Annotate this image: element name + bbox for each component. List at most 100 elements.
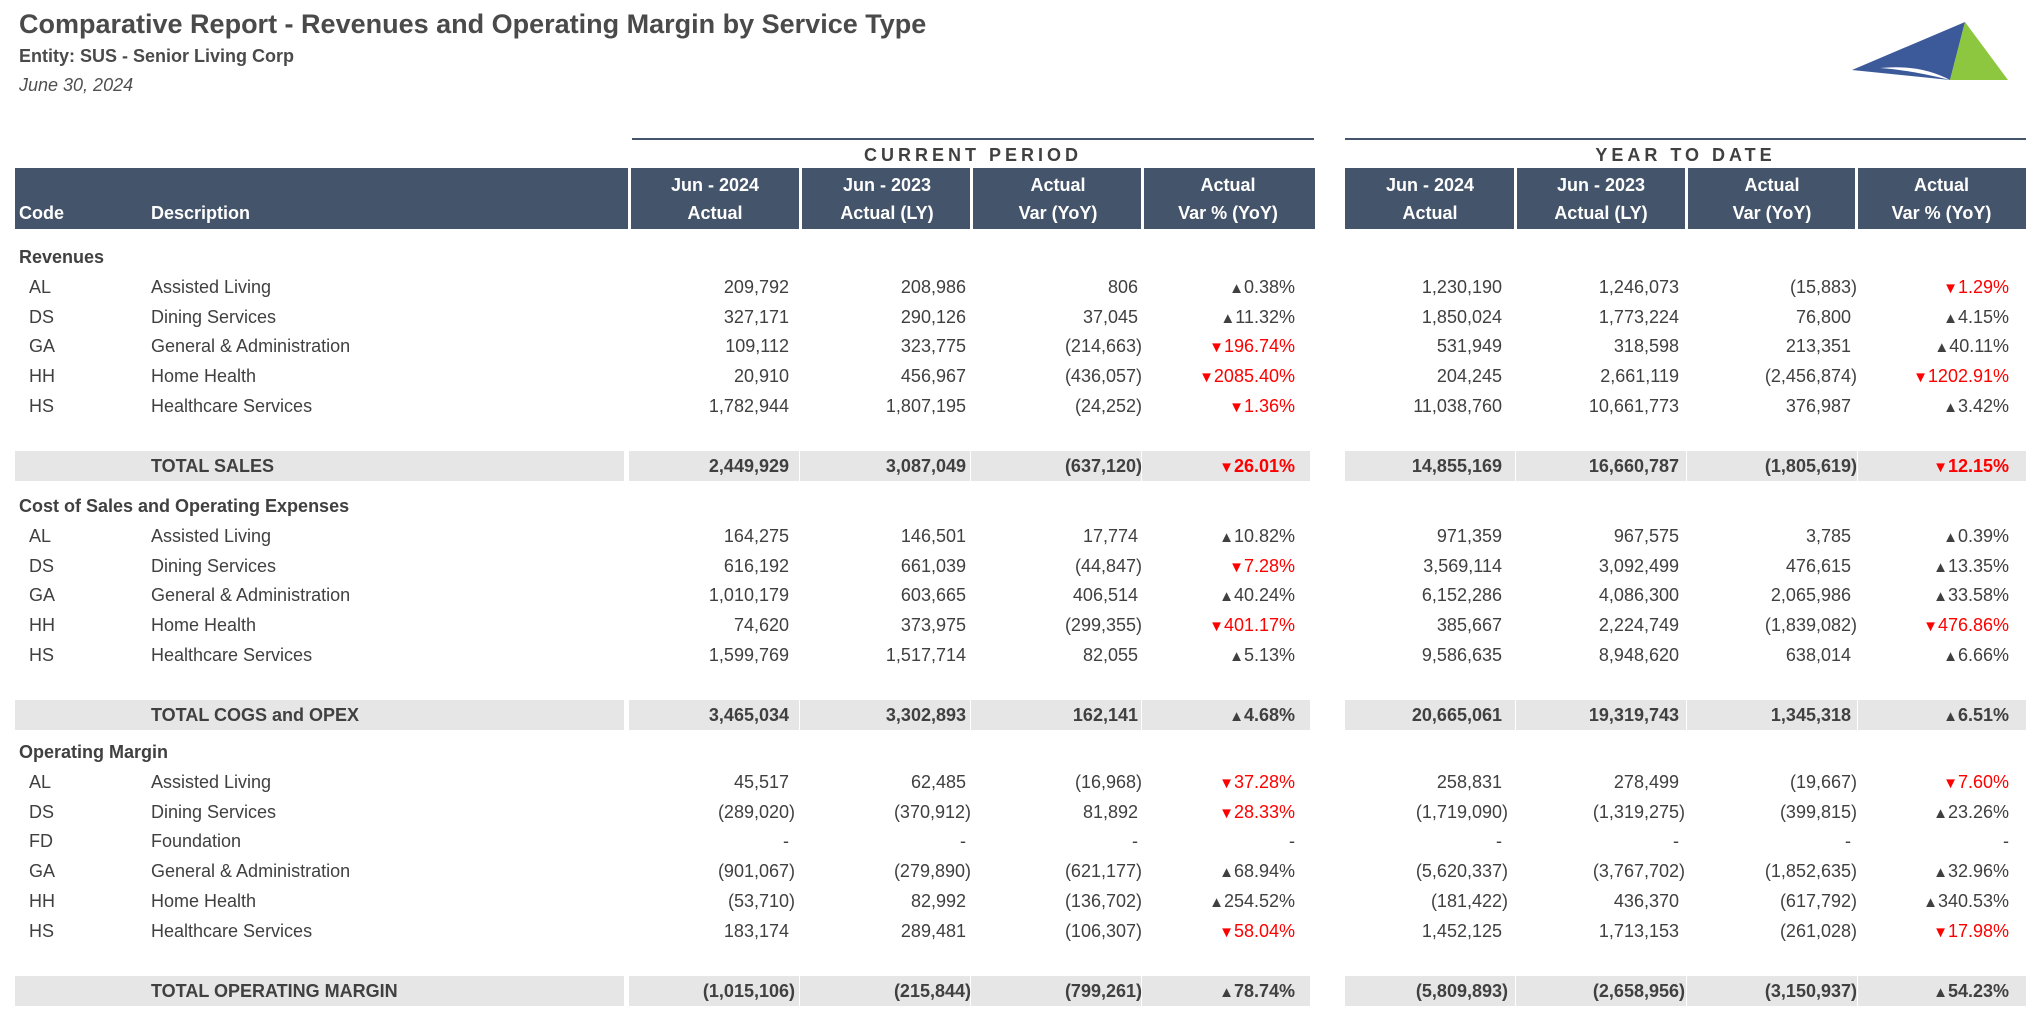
cell-y4: ▲13.35% xyxy=(1858,551,2028,581)
cell-value: 183,174 xyxy=(723,920,789,941)
cell-y2: 318,598 xyxy=(1516,331,1686,361)
cell-value: 385,667 xyxy=(1436,615,1502,636)
cell-y3: (399,815) xyxy=(1687,797,1857,827)
cell-y3: (1,852,635) xyxy=(1687,856,1857,886)
cell-c1: 209,792 xyxy=(630,272,800,302)
percent-value: 1.36% xyxy=(1243,396,1295,416)
cell-c2: 323,775 xyxy=(801,331,971,361)
table-row: AL Assisted Living 209,792 208,986 806 ▲0.38%… xyxy=(15,272,2025,302)
table-row: AL Assisted Living 45,517 62,485 (16,968) ▼37… xyxy=(15,767,2025,797)
row-description: Healthcare Services xyxy=(151,396,313,416)
section-title: Revenues xyxy=(19,247,105,267)
cell-y4: ▲32.96% xyxy=(1858,856,2028,886)
row-description: General & Administration xyxy=(151,861,351,882)
cell-c1: 1,599,769 xyxy=(630,640,800,670)
percent-value: 13.35% xyxy=(1947,555,2009,576)
row-code: AL xyxy=(29,276,52,297)
total-cell-c1: 3,465,034 xyxy=(630,700,800,730)
cell-y4: ▼476.86% xyxy=(1858,610,2028,640)
column-header-c2-line1: Jun - 2023 xyxy=(842,175,932,195)
cell-value: 476,615 xyxy=(1785,555,1851,576)
column-header-c4-line2: Var % (YoY) xyxy=(1178,203,1278,223)
section-header: Operating Margin xyxy=(15,737,2025,767)
percent-value: 40.11% xyxy=(1949,336,2009,357)
percent-value: 0.39% xyxy=(1957,525,2009,546)
cell-value: - xyxy=(1289,831,1295,852)
cell-c4: - xyxy=(1143,826,1313,856)
cell-value: 603,665 xyxy=(900,585,966,606)
cell-y2: 1,246,073 xyxy=(1516,272,1686,302)
cell-value: 162,141 xyxy=(1072,704,1138,725)
company-logo-icon xyxy=(1852,22,2008,80)
percent-value: 1.29% xyxy=(1957,276,2009,297)
group-label-year-to-date: YEAR TO DATE xyxy=(1345,138,2026,170)
trend-down-icon: ▼ xyxy=(1209,339,1224,357)
cell-y1: - xyxy=(1345,826,1515,856)
cell-value: (436,057) xyxy=(1064,366,1142,387)
cell-c4: ▼58.04% xyxy=(1143,916,1313,946)
cell-y1: 6,152,286 xyxy=(1345,580,1515,610)
trend-up-icon: ▲ xyxy=(1933,558,1948,576)
cell-value: - xyxy=(783,831,789,852)
cell-value: (15,883) xyxy=(1789,276,1857,297)
cell-y4: - xyxy=(1858,826,2028,856)
total-cell-c3: 162,141 xyxy=(972,700,1142,730)
cell-c3: (136,702) xyxy=(972,886,1142,916)
trend-up-icon: ▲ xyxy=(1219,528,1234,546)
column-header-c2: Jun - 2023 Actual (LY) xyxy=(802,168,972,229)
trend-down-icon: ▼ xyxy=(1229,399,1244,416)
cell-value: (5,809,893) xyxy=(1415,980,1508,1001)
cell-y3: (2,456,874) xyxy=(1687,361,1857,391)
total-cell-c2: 3,302,893 xyxy=(801,700,971,730)
cell-c3: (24,252) xyxy=(972,391,1142,421)
table-row: HH Home Health 20,910 456,967 (436,057) ▼2085… xyxy=(15,361,2025,391)
total-cell-c3: (637,120) xyxy=(972,451,1142,481)
trend-up-icon: ▲ xyxy=(1229,648,1244,665)
total-cell-y4: ▲6.51% xyxy=(1858,700,2028,730)
trend-down-icon: ▼ xyxy=(1913,369,1928,387)
total-cell-c3: (799,261) xyxy=(972,976,1142,1006)
cell-value: (289,020) xyxy=(717,801,795,822)
cell-c3: (16,968) xyxy=(972,767,1142,797)
cell-value: 146,501 xyxy=(900,525,966,546)
column-header-code: Code xyxy=(15,168,135,229)
cell-value: 2,449,929 xyxy=(708,455,789,476)
cell-y4: ▲40.11% xyxy=(1858,331,2028,361)
cell-c4: ▼2085.40% xyxy=(1143,361,1313,391)
cell-c2: 146,501 xyxy=(801,521,971,551)
cell-c3: (44,847) xyxy=(972,551,1142,581)
cell-y2: 2,661,119 xyxy=(1516,361,1686,391)
column-header-c1-line1: Jun - 2024 xyxy=(670,175,760,195)
cell-value: 45,517 xyxy=(733,771,789,792)
cell-y2: 967,575 xyxy=(1516,521,1686,551)
cell-c2: 603,665 xyxy=(801,580,971,610)
percent-value: 1202.91% xyxy=(1927,366,2009,387)
cell-value: 3,569,114 xyxy=(1423,555,1502,576)
trend-down-icon: ▼ xyxy=(1209,618,1224,636)
trend-down-icon: ▼ xyxy=(1943,774,1958,792)
cell-value: 531,949 xyxy=(1436,336,1502,357)
cell-value: (1,015,106) xyxy=(702,980,795,1001)
row-description: Dining Services xyxy=(151,306,277,327)
cell-value: 14,855,169 xyxy=(1411,455,1502,476)
cell-value: (136,702) xyxy=(1064,891,1142,911)
cell-value: 258,831 xyxy=(1436,771,1502,792)
total-cell-y1: (5,809,893) xyxy=(1345,976,1515,1006)
total-cell-y1: 14,855,169 xyxy=(1345,451,1515,481)
cell-value: (799,261) xyxy=(1064,980,1142,1001)
cell-y3: 213,351 xyxy=(1687,331,1857,361)
row-code: AL xyxy=(29,525,52,546)
cell-c2: 1,517,714 xyxy=(801,640,971,670)
column-header-c3: Actual Var (YoY) xyxy=(973,168,1143,229)
cell-y2: 4,086,300 xyxy=(1516,580,1686,610)
cell-value: 2,661,119 xyxy=(1600,366,1679,387)
column-header-y3: Actual Var (YoY) xyxy=(1687,168,1857,229)
cell-value: (1,319,275) xyxy=(1592,801,1685,822)
cell-value: (2,658,956) xyxy=(1592,980,1685,1001)
cell-value: 1,599,769 xyxy=(708,645,789,665)
column-header-y4-line1: Actual xyxy=(1913,175,1969,195)
row-code: HS xyxy=(29,396,55,416)
trend-down-icon: ▼ xyxy=(1219,458,1234,476)
cell-y4: ▲3.42% xyxy=(1858,391,2028,421)
cell-y1: 1,850,024 xyxy=(1345,302,1515,332)
